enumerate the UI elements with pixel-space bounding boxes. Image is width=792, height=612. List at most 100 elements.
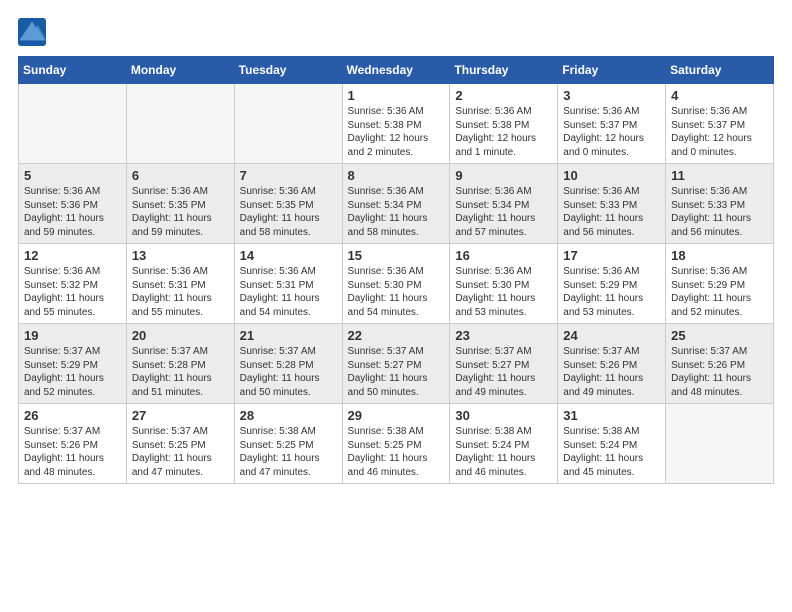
- calendar-cell: 7Sunrise: 5:36 AM Sunset: 5:35 PM Daylig…: [234, 164, 342, 244]
- calendar-cell: 26 Sunrise: 5:37 AM Sunset: 5:26 PM Dayli…: [19, 404, 127, 484]
- calendar-week-row: 12 Sunrise: 5:36 AM Sunset: 5:32 PM Dayli…: [19, 244, 774, 324]
- calendar-week-row: 26 Sunrise: 5:37 AM Sunset: 5:26 PM Dayli…: [19, 404, 774, 484]
- day-number: 15: [348, 248, 445, 263]
- calendar-cell: [19, 84, 127, 164]
- day-number: 6: [132, 168, 229, 183]
- calendar-cell: 13 Sunrise: 5:36 AM Sunset: 5:31 PM Dayli…: [126, 244, 234, 324]
- day-info: Sunrise: 5:38 AM Sunset: 5:25 PM Dayligh…: [240, 425, 337, 479]
- day-number: 23: [455, 328, 552, 343]
- day-number: 22: [348, 328, 445, 343]
- day-number: 16: [455, 248, 552, 263]
- day-number: 24: [563, 328, 660, 343]
- day-number: 25: [671, 328, 768, 343]
- day-info: Sunrise: 5:36 AM Sunset: 5:33 PM Dayligh…: [563, 185, 660, 239]
- day-number: 26: [24, 408, 121, 423]
- day-number: 28: [240, 408, 337, 423]
- calendar-table: SundayMondayTuesdayWednesdayThursdayFrid…: [18, 56, 774, 484]
- day-info: Sunrise: 5:36 AM Sunset: 5:29 PM Dayligh…: [671, 265, 768, 319]
- day-info: Sunrise: 5:37 AM Sunset: 5:27 PM Dayligh…: [455, 345, 552, 399]
- day-info: Sunrise: 5:38 AM Sunset: 5:24 PM Dayligh…: [455, 425, 552, 479]
- day-info: Sunrise: 5:36 AM Sunset: 5:35 PM Dayligh…: [132, 185, 229, 239]
- day-info: Sunrise: 5:37 AM Sunset: 5:25 PM Dayligh…: [132, 425, 229, 479]
- day-number: 21: [240, 328, 337, 343]
- calendar-cell: 8 Sunrise: 5:36 AM Sunset: 5:34 PM Daylig…: [342, 164, 450, 244]
- calendar-cell: [234, 84, 342, 164]
- calendar-cell: 17Sunrise: 5:36 AM Sunset: 5:29 PM Dayli…: [558, 244, 666, 324]
- calendar-cell: 25Sunrise: 5:37 AM Sunset: 5:26 PM Dayli…: [666, 324, 774, 404]
- day-number: 3: [563, 88, 660, 103]
- day-info: Sunrise: 5:36 AM Sunset: 5:32 PM Dayligh…: [24, 265, 121, 319]
- day-info: Sunrise: 5:36 AM Sunset: 5:37 PM Dayligh…: [563, 105, 660, 159]
- day-number: 27: [132, 408, 229, 423]
- calendar-cell: 14Sunrise: 5:36 AM Sunset: 5:31 PM Dayli…: [234, 244, 342, 324]
- day-number: 31: [563, 408, 660, 423]
- calendar-cell: 29Sunrise: 5:38 AM Sunset: 5:25 PM Dayli…: [342, 404, 450, 484]
- day-info: Sunrise: 5:36 AM Sunset: 5:34 PM Dayligh…: [455, 185, 552, 239]
- day-info: Sunrise: 5:36 AM Sunset: 5:34 PM Dayligh…: [348, 185, 445, 239]
- calendar-cell: 21 Sunrise: 5:37 AM Sunset: 5:28 PM Dayli…: [234, 324, 342, 404]
- calendar-cell: 27 Sunrise: 5:37 AM Sunset: 5:25 PM Dayli…: [126, 404, 234, 484]
- calendar-cell: 15 Sunrise: 5:36 AM Sunset: 5:30 PM Dayli…: [342, 244, 450, 324]
- day-info: Sunrise: 5:36 AM Sunset: 5:31 PM Dayligh…: [132, 265, 229, 319]
- day-number: 18: [671, 248, 768, 263]
- calendar-week-row: 19 Sunrise: 5:37 AM Sunset: 5:29 PM Dayli…: [19, 324, 774, 404]
- day-info: Sunrise: 5:36 AM Sunset: 5:37 PM Dayligh…: [671, 105, 768, 159]
- weekday-header-row: SundayMondayTuesdayWednesdayThursdayFrid…: [19, 57, 774, 84]
- logo-icon: [18, 18, 46, 46]
- calendar-cell: 11 Sunrise: 5:36 AM Sunset: 5:33 PM Dayli…: [666, 164, 774, 244]
- day-number: 29: [348, 408, 445, 423]
- day-info: Sunrise: 5:37 AM Sunset: 5:28 PM Dayligh…: [132, 345, 229, 399]
- calendar-week-row: 5 Sunrise: 5:36 AM Sunset: 5:36 PM Daylig…: [19, 164, 774, 244]
- calendar-cell: 24 Sunrise: 5:37 AM Sunset: 5:26 PM Dayli…: [558, 324, 666, 404]
- calendar-cell: 30 Sunrise: 5:38 AM Sunset: 5:24 PM Dayli…: [450, 404, 558, 484]
- header: [18, 18, 774, 46]
- day-number: 4: [671, 88, 768, 103]
- weekday-header: Friday: [558, 57, 666, 84]
- day-info: Sunrise: 5:37 AM Sunset: 5:29 PM Dayligh…: [24, 345, 121, 399]
- calendar-cell: 4 Sunrise: 5:36 AM Sunset: 5:37 PM Daylig…: [666, 84, 774, 164]
- calendar-cell: 1Sunrise: 5:36 AM Sunset: 5:38 PM Daylig…: [342, 84, 450, 164]
- day-info: Sunrise: 5:37 AM Sunset: 5:27 PM Dayligh…: [348, 345, 445, 399]
- day-info: Sunrise: 5:36 AM Sunset: 5:30 PM Dayligh…: [348, 265, 445, 319]
- weekday-header: Thursday: [450, 57, 558, 84]
- day-info: Sunrise: 5:37 AM Sunset: 5:28 PM Dayligh…: [240, 345, 337, 399]
- weekday-header: Tuesday: [234, 57, 342, 84]
- day-number: 13: [132, 248, 229, 263]
- day-number: 2: [455, 88, 552, 103]
- calendar-cell: 2 Sunrise: 5:36 AM Sunset: 5:38 PM Daylig…: [450, 84, 558, 164]
- calendar-cell: [126, 84, 234, 164]
- calendar-cell: 9Sunrise: 5:36 AM Sunset: 5:34 PM Daylig…: [450, 164, 558, 244]
- calendar-cell: 22 Sunrise: 5:37 AM Sunset: 5:27 PM Dayli…: [342, 324, 450, 404]
- day-info: Sunrise: 5:38 AM Sunset: 5:24 PM Dayligh…: [563, 425, 660, 479]
- day-info: Sunrise: 5:36 AM Sunset: 5:31 PM Dayligh…: [240, 265, 337, 319]
- day-info: Sunrise: 5:37 AM Sunset: 5:26 PM Dayligh…: [563, 345, 660, 399]
- day-number: 12: [24, 248, 121, 263]
- day-info: Sunrise: 5:37 AM Sunset: 5:26 PM Dayligh…: [24, 425, 121, 479]
- day-number: 5: [24, 168, 121, 183]
- day-info: Sunrise: 5:36 AM Sunset: 5:38 PM Dayligh…: [455, 105, 552, 159]
- calendar-cell: 20 Sunrise: 5:37 AM Sunset: 5:28 PM Dayli…: [126, 324, 234, 404]
- calendar-cell: 3 Sunrise: 5:36 AM Sunset: 5:37 PM Daylig…: [558, 84, 666, 164]
- calendar-cell: 5 Sunrise: 5:36 AM Sunset: 5:36 PM Daylig…: [19, 164, 127, 244]
- calendar-cell: 23 Sunrise: 5:37 AM Sunset: 5:27 PM Dayli…: [450, 324, 558, 404]
- day-info: Sunrise: 5:36 AM Sunset: 5:30 PM Dayligh…: [455, 265, 552, 319]
- day-number: 8: [348, 168, 445, 183]
- calendar-cell: 12 Sunrise: 5:36 AM Sunset: 5:32 PM Dayli…: [19, 244, 127, 324]
- weekday-header: Saturday: [666, 57, 774, 84]
- day-info: Sunrise: 5:36 AM Sunset: 5:36 PM Dayligh…: [24, 185, 121, 239]
- day-number: 20: [132, 328, 229, 343]
- day-number: 11: [671, 168, 768, 183]
- weekday-header: Wednesday: [342, 57, 450, 84]
- day-number: 19: [24, 328, 121, 343]
- day-info: Sunrise: 5:36 AM Sunset: 5:33 PM Dayligh…: [671, 185, 768, 239]
- logo: [18, 18, 50, 46]
- calendar-cell: 28 Sunrise: 5:38 AM Sunset: 5:25 PM Dayli…: [234, 404, 342, 484]
- calendar-cell: 19 Sunrise: 5:37 AM Sunset: 5:29 PM Dayli…: [19, 324, 127, 404]
- calendar-cell: 6 Sunrise: 5:36 AM Sunset: 5:35 PM Daylig…: [126, 164, 234, 244]
- calendar-cell: 10Sunrise: 5:36 AM Sunset: 5:33 PM Dayli…: [558, 164, 666, 244]
- weekday-header: Monday: [126, 57, 234, 84]
- calendar-cell: 16 Sunrise: 5:36 AM Sunset: 5:30 PM Dayli…: [450, 244, 558, 324]
- day-number: 30: [455, 408, 552, 423]
- calendar-week-row: 1Sunrise: 5:36 AM Sunset: 5:38 PM Daylig…: [19, 84, 774, 164]
- page: SundayMondayTuesdayWednesdayThursdayFrid…: [0, 0, 792, 502]
